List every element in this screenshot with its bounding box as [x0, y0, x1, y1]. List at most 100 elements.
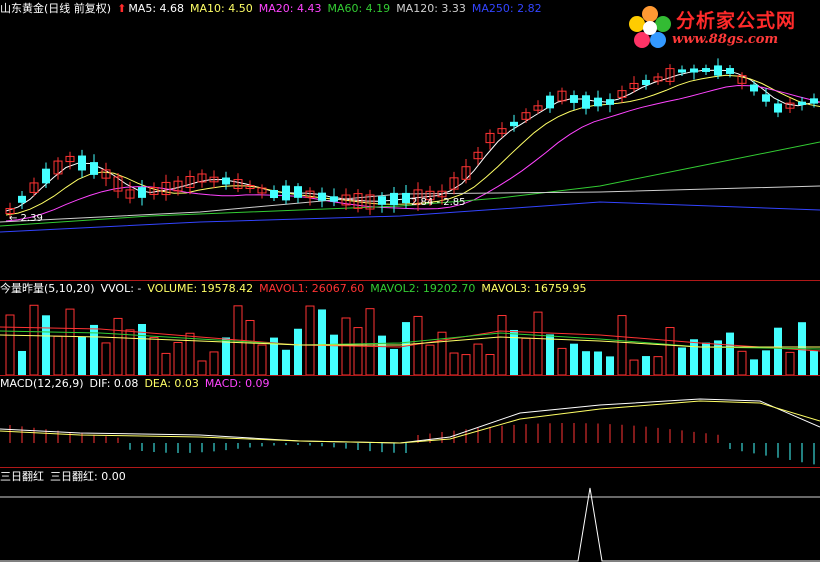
sanri-signal-line: [0, 487, 820, 562]
candle-down: [222, 177, 230, 185]
candle-down: [90, 162, 98, 175]
volume-bar-up: [665, 327, 675, 375]
volume-bar-up: [149, 337, 159, 375]
candle-down: [642, 79, 650, 86]
volume-bar-down: [402, 322, 410, 375]
volume-bar-down: [594, 351, 602, 375]
volume-bar-down: [78, 336, 86, 375]
volume-bar-up: [413, 315, 423, 375]
candle-down: [18, 195, 26, 203]
volume-bar-up: [125, 329, 135, 375]
divider-volume-macd: [0, 375, 820, 376]
volume-bar-down: [774, 327, 782, 375]
mavol2-label: MAVOL2: 19202.70: [370, 282, 476, 295]
candle-down: [582, 95, 590, 109]
sanri-value: 三日翻红: 0.00: [50, 470, 126, 483]
candle-down: [318, 192, 326, 201]
volume-bar-down: [378, 335, 386, 375]
volume-bar-down: [222, 337, 230, 375]
ma20-label: MA20: 4.43: [258, 2, 322, 15]
volume-bar-up: [341, 317, 351, 375]
volume-bar-up: [65, 308, 75, 375]
volume-bar-up: [209, 351, 219, 375]
volume-bar-down: [42, 315, 50, 375]
volume-bar-up: [161, 352, 171, 375]
volume-bar-up: [617, 315, 627, 375]
volume-bar-down: [690, 339, 698, 375]
volume-bar-up: [653, 356, 663, 375]
macd-chart[interactable]: [0, 391, 820, 467]
candle-down: [702, 68, 710, 72]
macd-title: MACD(12,26,9): [0, 377, 84, 390]
volume-bar-down: [510, 329, 518, 375]
main-chart-header: 山东黄金(日线 前复权) ⬆ MA5: 4.68 MA10: 4.50 MA20: 4.…: [0, 2, 548, 16]
candle-down: [606, 99, 614, 105]
up-arrow-icon: ⬆: [117, 2, 127, 15]
dea-label: DEA: 0.03: [144, 377, 199, 390]
candle-down: [810, 98, 818, 104]
volume-bar-down: [678, 347, 686, 375]
macd-value-label: MACD: 0.09: [204, 377, 270, 390]
volume-bar-up: [497, 315, 507, 375]
volume-bar-up: [449, 352, 459, 375]
candle-down: [774, 103, 782, 113]
ma60-label: MA60: 4.19: [327, 2, 391, 15]
volume-title: 今量昨量(5,10,20): [0, 282, 95, 295]
candle-down: [78, 155, 86, 171]
divider-macd-sanri: [0, 467, 820, 468]
volume-bar-down: [318, 309, 326, 375]
volume-bar-up: [185, 332, 195, 375]
vvol-label: VVOL: -: [100, 282, 142, 295]
ma60-line: [0, 141, 820, 227]
volume-bar-down: [18, 350, 26, 375]
candlestick-chart[interactable]: [0, 16, 820, 280]
candle-down: [378, 196, 386, 205]
dif-line: [0, 398, 820, 444]
volume-bar-up: [737, 350, 747, 375]
volume-bar-up: [557, 347, 567, 375]
candle-down: [42, 168, 50, 184]
volume-bar-up: [533, 311, 543, 375]
volume-bar-up: [53, 335, 63, 375]
sanri-chart[interactable]: [0, 484, 820, 562]
volume-bar-down: [330, 334, 338, 375]
candle-down: [798, 101, 806, 106]
ma120-label: MA120: 3.33: [396, 2, 466, 15]
dea-line: [0, 400, 820, 444]
candle-down: [678, 69, 686, 73]
volume-bar-up: [257, 344, 267, 375]
volume-label: VOLUME: 19578.42: [147, 282, 254, 295]
candle-down: [726, 68, 734, 74]
volume-bar-down: [762, 350, 770, 375]
volume-bar-up: [305, 305, 315, 375]
volume-bar-down: [390, 348, 398, 375]
volume-bar-up: [785, 351, 795, 375]
divider-main-volume: [0, 280, 820, 281]
volume-bar-up: [485, 354, 495, 375]
volume-bar-down: [750, 359, 758, 375]
candle-down: [138, 187, 146, 198]
ma250-label: MA250: 2.82: [471, 2, 542, 15]
volume-bar-up: [629, 359, 639, 375]
macd-header: MACD(12,26,9) DIF: 0.08 DEA: 0.03 MACD: 0.0…: [0, 377, 276, 391]
volume-bar-down: [570, 343, 578, 375]
dif-label: DIF: 0.08: [89, 377, 139, 390]
volume-bar-up: [365, 308, 375, 375]
candle-down: [270, 189, 278, 199]
range-annotation: 2.84 - 2.85: [411, 197, 466, 208]
volume-bar-up: [521, 337, 531, 375]
candle-down: [510, 121, 518, 127]
stock-title: 山东黄金(日线 前复权): [0, 2, 112, 15]
volume-chart[interactable]: [0, 297, 820, 375]
volume-bar-down: [282, 349, 290, 375]
volume-bar-up: [5, 314, 15, 375]
low-price-annotation: ← 2.39: [9, 213, 43, 224]
volume-bar-up: [245, 319, 255, 375]
candle-down: [594, 97, 602, 107]
candle-down: [690, 68, 698, 73]
ma5-label: MA5: 4.68: [128, 2, 185, 15]
volume-bar-down: [294, 328, 302, 375]
volume-bar-up: [113, 317, 123, 375]
volume-bar-up: [461, 354, 471, 375]
volume-bar-down: [726, 332, 734, 375]
